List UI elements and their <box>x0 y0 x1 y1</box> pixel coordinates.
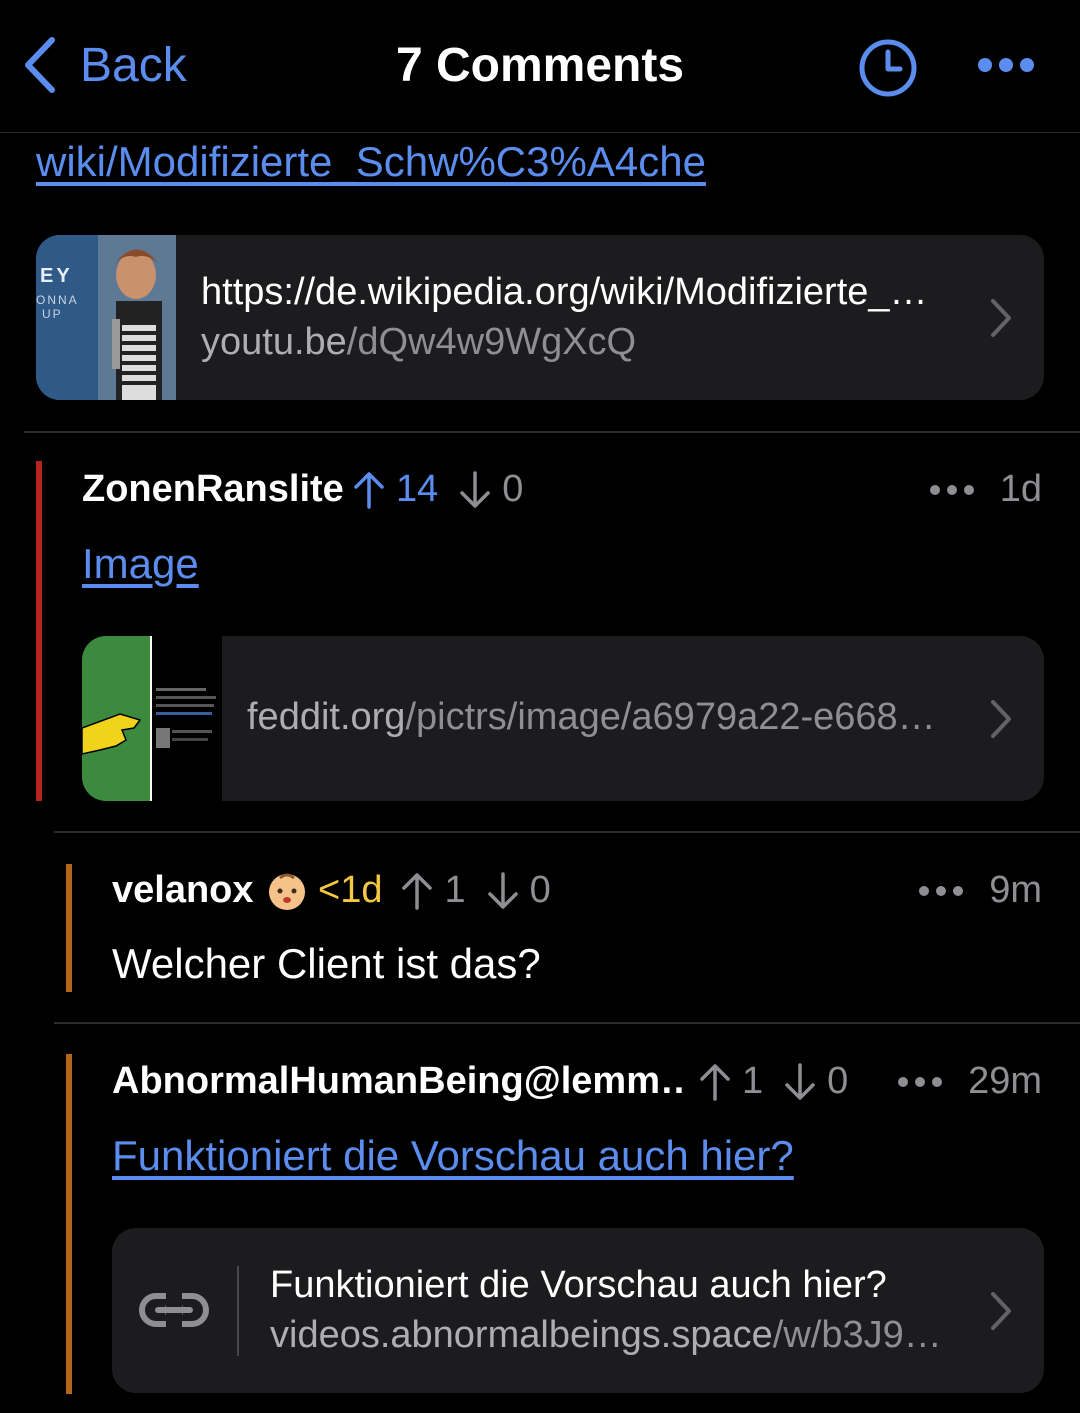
card-url: videos.abnormalbeings.space/w/b3J9… <box>270 1314 970 1357</box>
upvote-count: 14 <box>396 468 439 510</box>
downvote-count: 0 <box>827 1060 849 1102</box>
arrow-down-icon[interactable] <box>486 871 520 910</box>
arrow-down-icon[interactable] <box>458 470 492 509</box>
link-preview-card[interactable]: Funktioniert die Vorschau auch hier? vid… <box>112 1228 1044 1393</box>
back-label: Back <box>80 38 187 92</box>
comment-time: 29m <box>968 1060 1042 1102</box>
arrow-down-icon[interactable] <box>783 1062 817 1101</box>
link-icon <box>139 1293 209 1327</box>
chevron-right-icon <box>991 1291 1011 1330</box>
divider <box>237 1266 239 1356</box>
card-url-path: /pictrs/image/a6979a22-e668… <box>405 696 936 738</box>
arrow-up-icon[interactable] <box>400 872 434 910</box>
comment-link[interactable]: Image <box>82 540 199 588</box>
comment-meta: 1d <box>928 468 1042 511</box>
comment-votes: 1 0 <box>698 1060 848 1103</box>
video-thumbnail: EY ONNA UP <box>36 235 176 400</box>
image-link-card[interactable]: feddit.org/pictrs/image/a6979a22-e668… <box>82 636 1044 801</box>
comment-depth-bar <box>66 1054 72 1394</box>
comment-author[interactable]: ZonenRanslite <box>82 468 344 511</box>
card-url-domain: videos.abnormalbeings.space <box>270 1314 773 1356</box>
card-url-domain: youtu.be <box>201 321 347 363</box>
comment-votes: 14 0 <box>352 468 523 511</box>
comment-depth-bar <box>36 461 42 801</box>
arrow-up-icon[interactable] <box>352 471 386 509</box>
divider <box>54 831 1080 833</box>
chevron-right-icon <box>991 298 1011 337</box>
thumb-text-3: UP <box>42 307 63 321</box>
upvote-count: 1 <box>742 1060 764 1102</box>
post-link-card[interactable]: EY ONNA UP https://de.wikipedia.org/wiki… <box>36 235 1044 400</box>
card-url-path: /dQw4w9WgXcQ <box>346 321 637 363</box>
post-link[interactable]: wiki/Modifizierte_Schw%C3%A4che <box>36 138 706 186</box>
divider <box>24 431 1080 433</box>
card-title: Funktioniert die Vorschau auch hier? <box>270 1264 887 1306</box>
chevron-right-icon <box>991 699 1011 738</box>
comment-time: 1d <box>999 468 1042 510</box>
clock-icon <box>859 39 917 97</box>
more-icon[interactable] <box>928 483 976 497</box>
comment-author[interactable]: AbnormalHumanBeing@lemm… <box>112 1060 682 1103</box>
card-url-path: /w/b3J9… <box>772 1314 942 1356</box>
card-url-domain: feddit.org <box>247 696 406 738</box>
downvote-count: 0 <box>502 468 524 510</box>
baby-icon <box>269 873 305 910</box>
comment-meta: 9m <box>917 869 1042 912</box>
comment-time: 9m <box>989 869 1042 911</box>
image-thumbnail <box>82 636 222 801</box>
comment-author[interactable]: velanox <box>112 869 254 912</box>
downvote-count: 0 <box>529 869 551 911</box>
comment-body: Welcher Client ist das? <box>112 940 541 987</box>
comment-depth-bar <box>66 864 72 992</box>
comment-votes: <1d 1 0 <box>266 869 551 912</box>
arrow-up-icon[interactable] <box>698 1063 732 1101</box>
card-url: youtu.be/dQw4w9WgXcQ <box>201 321 976 364</box>
more-button[interactable] <box>975 54 1037 81</box>
comment-meta: 29m <box>896 1060 1042 1103</box>
more-icon[interactable] <box>917 884 965 898</box>
navigation-bar: Back 7 Comments <box>0 0 1080 133</box>
chevron-left-icon <box>25 37 55 93</box>
back-button[interactable]: Back <box>22 36 187 94</box>
new-user-badge: <1d <box>318 869 383 911</box>
more-icon <box>978 58 1034 72</box>
sort-button[interactable] <box>858 38 918 103</box>
upvote-count: 1 <box>444 869 466 911</box>
more-icon[interactable] <box>896 1075 944 1089</box>
card-title: https://de.wikipedia.org/wiki/Modifizier… <box>201 271 928 313</box>
comment-link[interactable]: Funktioniert die Vorschau auch hier? <box>112 1132 794 1180</box>
card-url: feddit.org/pictrs/image/a6979a22-e668… <box>247 696 972 739</box>
divider <box>54 1022 1080 1024</box>
thumb-text-1: EY <box>40 265 73 287</box>
thumb-text-2: ONNA <box>36 293 79 307</box>
